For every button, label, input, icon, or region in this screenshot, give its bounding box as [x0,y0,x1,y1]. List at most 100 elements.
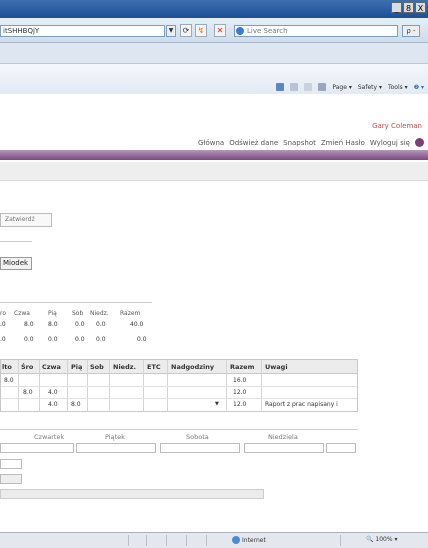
summary-col-header: Czwa [14,310,30,317]
app-nav: Główna Odśwież dane Snapshot Zmień Hasło… [198,138,424,147]
chevron-down-icon[interactable]: ▾ [394,536,397,543]
refresh-icon[interactable]: ⟳ [180,24,192,37]
table-header: lto Śro Czwa Pią Sob Niedz. ETC Nadgodzi… [1,360,357,374]
summary-cell: 8.0 [48,321,58,328]
header-bar [0,150,428,160]
maximize-button[interactable]: 8 [403,2,414,13]
summary-col-header: Niedz. [90,310,109,317]
live-search-icon [236,27,244,35]
address-dropdown-button[interactable]: ▼ [166,25,176,37]
summary-cell: 0.0 [96,336,106,343]
saturday-input[interactable] [244,443,324,453]
divider [0,241,32,242]
summary-cell: 40.0 [130,321,144,328]
dropdown-arrow-icon[interactable]: ▼ [215,401,219,407]
wednesday-input[interactable] [0,443,74,453]
summary-row: .0 8.0 8.0 0.0 0.0 40.0 [0,321,152,331]
nav-change-password[interactable]: Zmień Hasło [321,139,365,147]
table-row: 4.0 8.0 ▼ 12.0 Raport z prac napisany i [1,398,357,410]
col-header: Niedz. [113,363,136,371]
employee-name-field[interactable]: Miodek [0,257,32,270]
search-input[interactable]: Live Search [234,25,398,37]
page-menu[interactable]: Page ▾ [332,84,351,91]
summary-cell: 0.0 [75,336,85,343]
col-header: ETC [147,363,161,371]
remarks-cell[interactable]: Raport z prac napisany i [265,401,338,408]
col-header: Nadgodziny [171,363,215,371]
summary-col-header: Pią [48,310,57,317]
day-inputs [0,443,358,455]
logout-icon[interactable] [415,138,424,147]
stop-icon[interactable]: ✕ [214,24,226,37]
window-controls: _ 8 X [391,2,426,13]
sunday-input[interactable] [326,443,356,453]
summary-col-header: Razem [120,310,141,317]
day-label: Niedziela [268,433,298,441]
security-zone: Internet [232,536,266,544]
search-button[interactable]: ρ - [402,25,420,37]
address-input[interactable]: itSHHBQjY [0,25,165,37]
nav-home[interactable]: Główna [198,139,224,147]
col-header: Sob [90,363,104,371]
status-bar: Internet 🔍 100% ▾ [0,532,428,548]
table-cell: 4.0 [48,401,58,408]
col-header: Śro [21,363,34,371]
table-cell: 16.0 [233,377,247,384]
user-name[interactable]: Gary Coleman [372,122,422,130]
summary-cell: .0 [0,321,6,328]
safety-menu[interactable]: Safety ▾ [358,84,382,91]
day-label: Sobota [186,433,209,441]
status-divider [128,535,129,546]
status-divider [340,535,341,546]
comment-field[interactable] [0,489,264,499]
divider [0,302,152,303]
status-divider [186,535,187,546]
print-icon[interactable] [318,83,327,91]
summary-col-header: ro [0,310,7,317]
status-divider [206,535,207,546]
col-header: lto [2,363,12,371]
mail-icon[interactable] [304,83,313,91]
approve-button[interactable]: Zatwierdź [0,213,52,227]
feeds-icon[interactable] [290,83,299,91]
window-titlebar: _ 8 X [0,0,428,18]
command-bar: Page ▾ Safety ▾ Tools ▾ ❷ ▾ [0,64,428,94]
table-cell: 12.0 [233,389,247,396]
summary-cell: 0.0 [137,336,147,343]
hours-input[interactable] [0,474,22,484]
day-label: Piątek [105,433,125,441]
rss-icon[interactable]: ↯ [195,24,207,37]
status-divider [146,535,147,546]
address-toolbar: itSHHBQjY ▼ ⟳ ↯ ✕ Live Search ρ - [0,18,428,43]
minimize-button[interactable]: _ [391,2,402,13]
summary-cell: 0.0 [75,321,85,328]
nav-refresh[interactable]: Odśwież dane [229,139,278,147]
zoom-level: 100% [375,536,393,543]
sub-header-strip [0,162,428,181]
help-menu[interactable]: ❷ ▾ [414,84,424,91]
summary-cell: 8.0 [24,321,34,328]
nav-logout[interactable]: Wyloguj się [370,139,410,147]
thursday-input[interactable] [76,443,156,453]
table-cell: 8.0 [4,377,14,384]
table-cell: 8.0 [71,401,81,408]
summary-row: .0 0.0 0.0 0.0 0.0 0.0 [0,336,152,346]
hours-input[interactable] [0,459,22,469]
summary-cell: 0.0 [48,336,58,343]
home-icon[interactable] [276,83,285,91]
tools-menu[interactable]: Tools ▾ [388,84,408,91]
col-header: Uwagi [265,363,288,371]
nav-snapshot[interactable]: Snapshot [283,139,316,147]
col-header: Pią [71,363,83,371]
summary-cell: 0.0 [96,321,106,328]
command-items: Page ▾ Safety ▾ Tools ▾ ❷ ▾ [276,83,424,91]
status-divider [166,535,167,546]
close-button[interactable]: X [415,2,426,13]
day-labels: Czwartek Piątek Sobota Niedziela [0,429,358,442]
table-cell: 4.0 [48,389,58,396]
zoom-control[interactable]: 🔍 100% ▾ [366,536,398,543]
favorites-bar [0,43,428,64]
summary-header: ro Czwa Pią Sob Niedz. Razem [0,310,152,319]
friday-input[interactable] [160,443,240,453]
col-header: Czwa [42,363,61,371]
